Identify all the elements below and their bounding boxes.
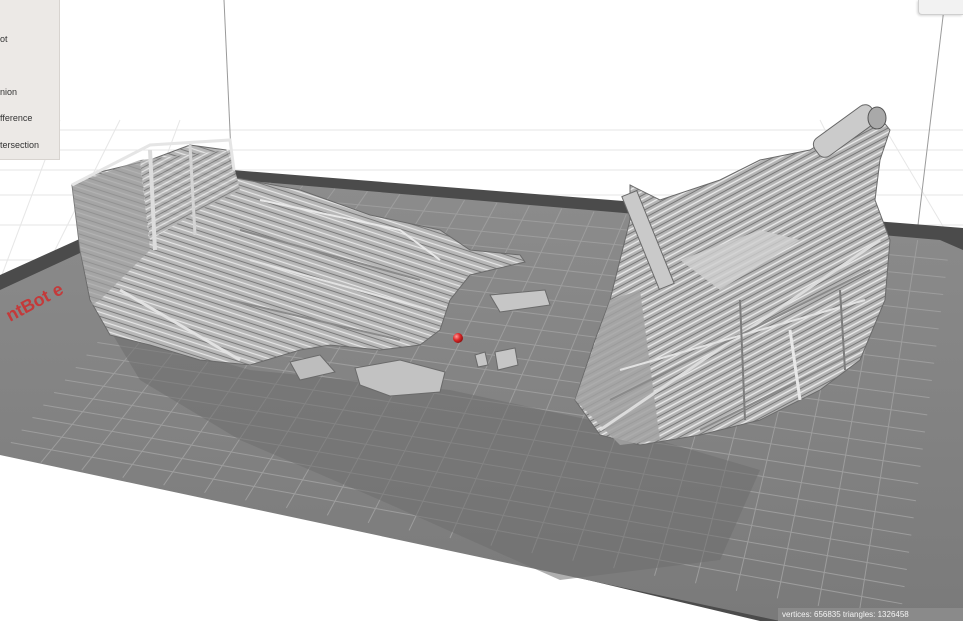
mesh-stats-text: vertices: 656835 triangles: 1326458 — [782, 610, 909, 619]
panel-item-label: fference — [0, 113, 33, 123]
panel-item-label: nion — [0, 87, 18, 97]
panel-item-intersection[interactable]: tersection — [0, 138, 59, 152]
origin-marker-icon — [453, 333, 463, 343]
3d-viewport[interactable]: ntBot e ot nion fference tersection vert… — [0, 0, 963, 621]
panel-item-label: ot — [0, 34, 8, 44]
boolean-tools-panel: ot nion fference tersection — [0, 0, 60, 160]
mesh-stats-status-bar: vertices: 656835 triangles: 1326458 — [778, 608, 963, 621]
panel-item-union[interactable]: nion — [0, 85, 59, 99]
panel-item-difference[interactable]: fference — [0, 111, 59, 125]
view-cube-icon[interactable] — [918, 0, 963, 15]
panel-item-pivot[interactable]: ot — [0, 32, 59, 46]
panel-item-label: tersection — [0, 140, 40, 150]
